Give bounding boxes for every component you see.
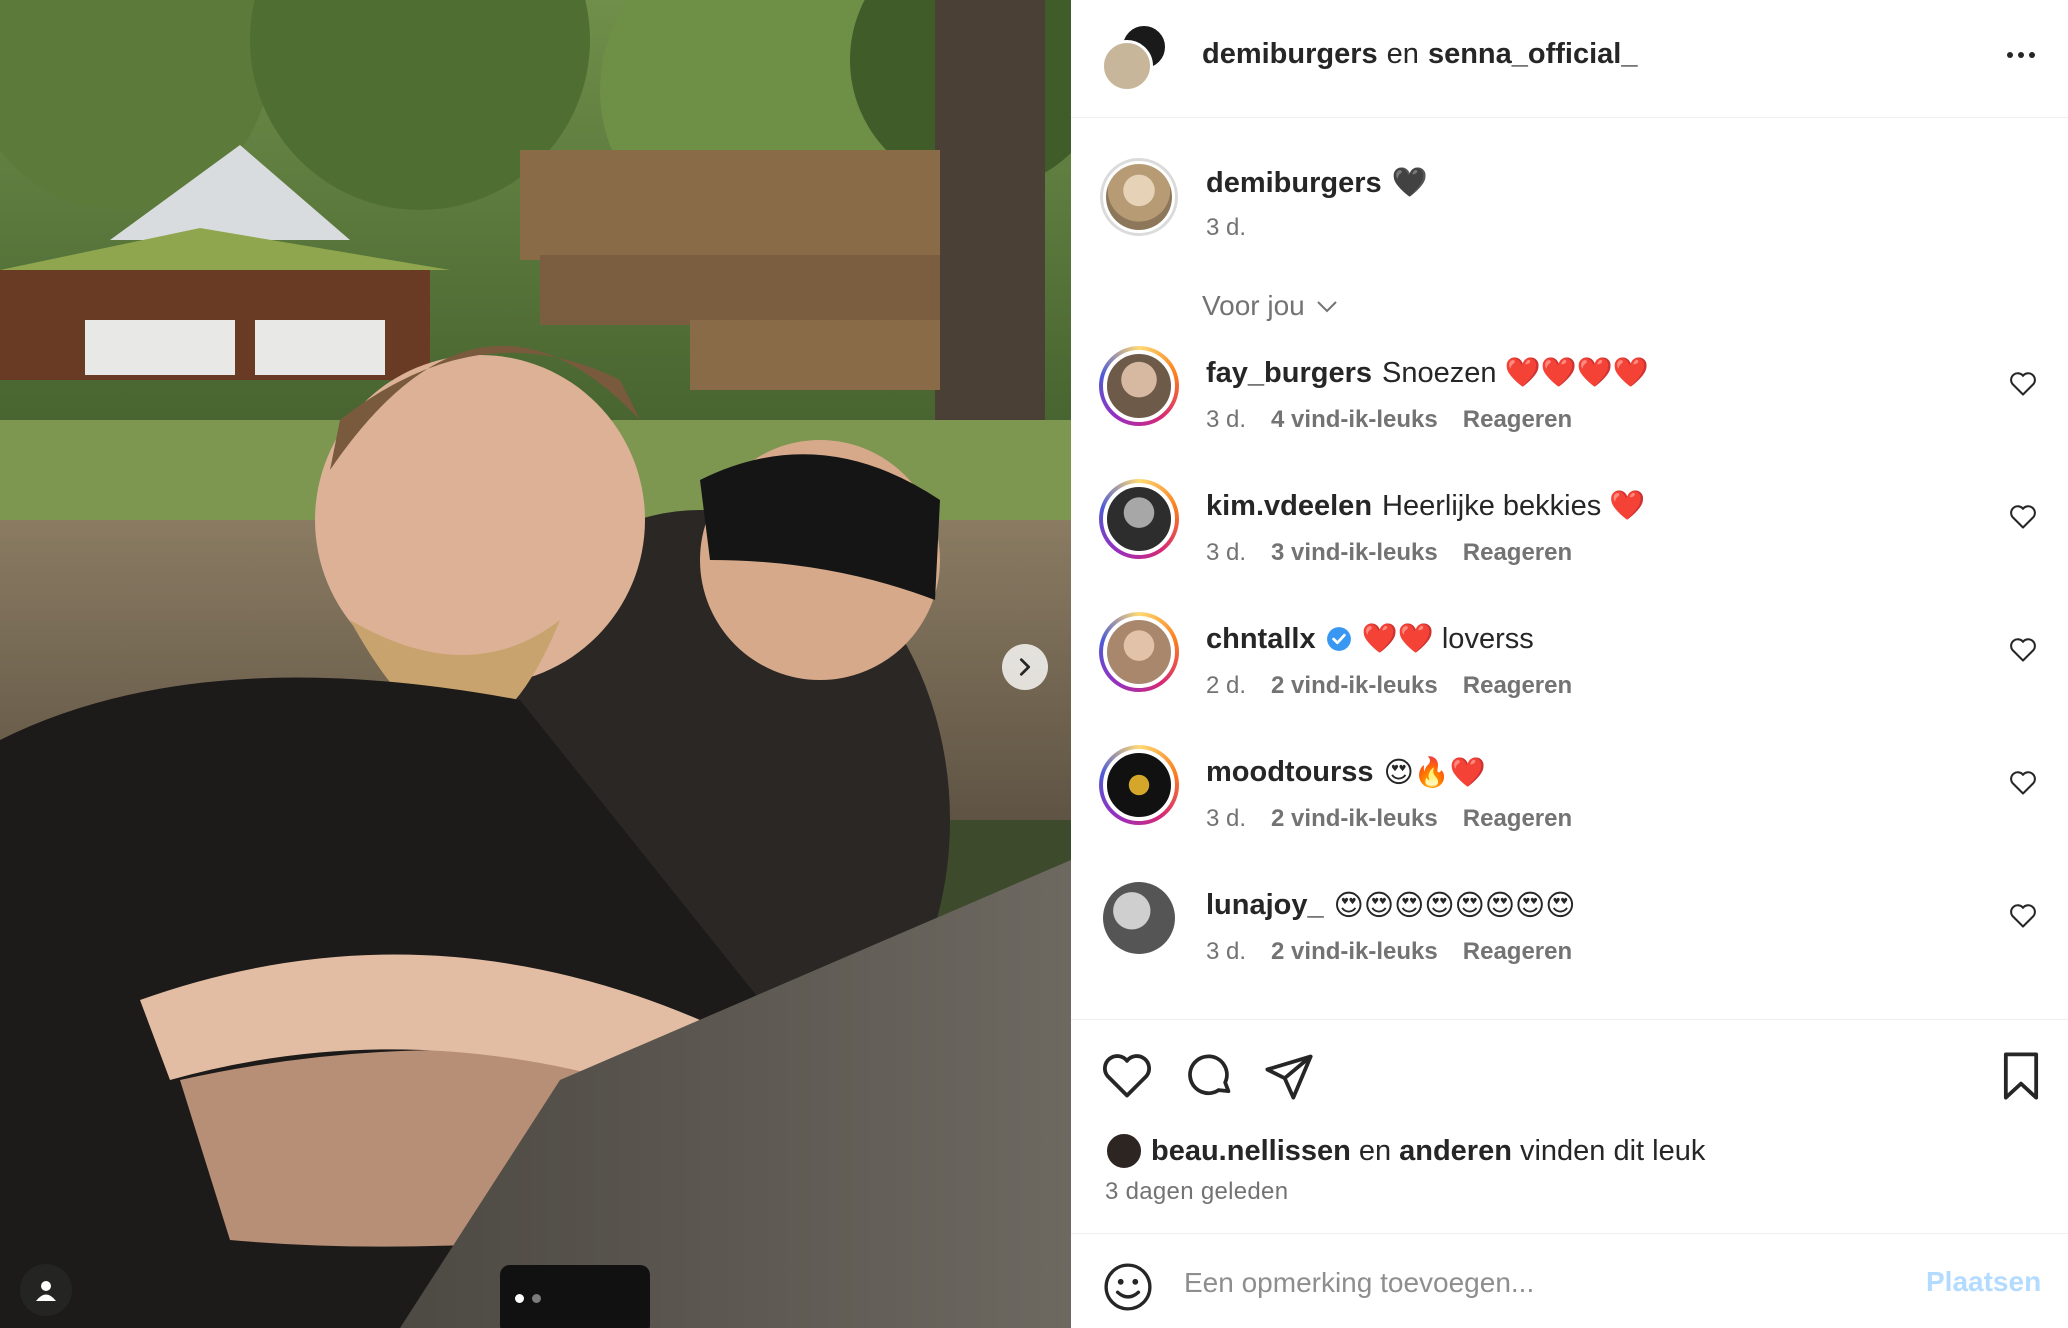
comment-input[interactable] (1184, 1258, 1884, 1308)
comment-avatar[interactable] (1099, 612, 1179, 692)
caption-text: 🖤 (1391, 167, 1428, 199)
collab-title: demiburgers en senna_official_ (1202, 38, 1637, 71)
post-date[interactable]: 3 dagen geleden (1105, 1178, 1288, 1206)
post-actions: beau.nellissen en anderen vinden dit leu… (1071, 1019, 2068, 1233)
comment-avatar[interactable] (1099, 479, 1179, 559)
comment-likes[interactable]: 2 vind-ik-leuks (1271, 672, 1438, 700)
comment-like-heart-icon[interactable] (2009, 370, 2037, 398)
comment-likes[interactable]: 4 vind-ik-leuks (1271, 406, 1438, 434)
comment-like-heart-icon[interactable] (2009, 769, 2037, 797)
verified-badge-icon (1326, 627, 1351, 651)
carousel-dot-active (515, 1294, 524, 1303)
comment-username[interactable]: chntallx (1206, 623, 1316, 656)
comment-sort-label: Voor jou (1202, 290, 1305, 321)
comment-text: 😍😍😍😍😍😍😍😍 (1333, 890, 1576, 922)
comment-meta: 3 d. 4 vind-ik-leuks Reageren (1206, 406, 1572, 434)
comment-item: fay_burgers Snoezen ❤️❤️❤️❤️ 3 d. 4 vind-ik… (1099, 346, 2039, 456)
comment-text: 😍🔥❤️ (1383, 757, 1487, 789)
comment-composer: Plaatsen (1071, 1233, 2068, 1328)
comment-meta: 3 d. 2 vind-ik-leuks Reageren (1206, 938, 1572, 966)
comment-likes[interactable]: 2 vind-ik-leuks (1271, 805, 1438, 833)
comment-username[interactable]: lunajoy_ (1206, 889, 1324, 922)
likes-others[interactable]: anderen (1399, 1135, 1512, 1168)
comment-meta: 3 d. 2 vind-ik-leuks Reageren (1206, 805, 1572, 833)
caption-line: demiburgers 🖤 (1206, 166, 1428, 200)
comment-icon[interactable] (1184, 1050, 1236, 1102)
user-icon (36, 1281, 56, 1301)
avatar-demiburgers[interactable] (1101, 40, 1153, 92)
comment-text: ❤️❤️ loverss (1361, 623, 1534, 655)
liker-username[interactable]: beau.nellissen (1151, 1135, 1351, 1168)
comment-username[interactable]: fay_burgers (1206, 357, 1372, 390)
heart-icon[interactable] (1101, 1050, 1153, 1102)
carousel-indicator (515, 1294, 541, 1303)
more-options-button[interactable] (1999, 40, 2043, 70)
comment-like-heart-icon[interactable] (2009, 503, 2037, 531)
tagged-users-button[interactable] (20, 1264, 72, 1316)
likes-and: en (1358, 1134, 1392, 1167)
comment-time[interactable]: 3 d. (1206, 406, 1246, 434)
reply-button[interactable]: Reageren (1463, 406, 1572, 434)
caption-time[interactable]: 3 d. (1206, 214, 1246, 242)
emoji-icon[interactable] (1103, 1262, 1153, 1312)
comment-username[interactable]: kim.vdeelen (1206, 490, 1372, 523)
comment-line: fay_burgers Snoezen ❤️❤️❤️❤️ (1206, 356, 1649, 390)
reply-button[interactable]: Reageren (1463, 805, 1572, 833)
next-photo-button[interactable] (1002, 644, 1048, 690)
comment-time[interactable]: 2 d. (1206, 672, 1246, 700)
comment-sort-dropdown[interactable]: Voor jou (1202, 290, 1339, 322)
comment-text: Snoezen ❤️❤️❤️❤️ (1382, 357, 1649, 389)
comment-avatar[interactable] (1099, 745, 1179, 825)
comment-like-heart-icon[interactable] (2009, 636, 2037, 664)
bookmark-icon[interactable] (1995, 1050, 2047, 1102)
comment-likes[interactable]: 2 vind-ik-leuks (1271, 938, 1438, 966)
post-caption: demiburgers 🖤 3 d. (1099, 156, 2039, 256)
comment-line: chntallx ❤️❤️ loverss (1206, 622, 1534, 656)
collab-avatars[interactable] (1101, 24, 1169, 92)
reply-button[interactable]: Reageren (1463, 938, 1572, 966)
comment-meta: 2 d. 2 vind-ik-leuks Reageren (1206, 672, 1572, 700)
post-photo[interactable] (0, 0, 1071, 1328)
reply-button[interactable]: Reageren (1463, 672, 1572, 700)
comment-text: Heerlijke bekkies ❤️ (1382, 490, 1646, 522)
comment-line: moodtourss 😍🔥❤️ (1206, 755, 1486, 790)
comment-line: lunajoy_ 😍😍😍😍😍😍😍😍 (1206, 888, 1576, 923)
chevron-right-icon (1019, 658, 1031, 676)
caption-username[interactable]: demiburgers (1206, 167, 1382, 200)
comment-item: chntallx ❤️❤️ loverss 2 d. 2 vind-ik-leuks R… (1099, 612, 2039, 722)
comment-username[interactable]: moodtourss (1206, 756, 1374, 789)
comment-item: moodtourss 😍🔥❤️ 3 d. 2 vind-ik-leuks Reagere… (1099, 745, 2039, 855)
caption-avatar[interactable] (1100, 158, 1178, 236)
comment-avatar[interactable] (1099, 346, 1179, 426)
comment-avatar[interactable] (1099, 878, 1179, 958)
header-username-2[interactable]: senna_official_ (1428, 38, 1638, 71)
likes-suffix: vinden dit leuk (1519, 1134, 1706, 1167)
header-username-1[interactable]: demiburgers (1202, 38, 1378, 71)
chevron-down-icon (1317, 301, 1337, 313)
comment-line: kim.vdeelen Heerlijke bekkies ❤️ (1206, 489, 1645, 523)
liker-avatar[interactable] (1105, 1132, 1143, 1170)
more-horizontal-icon (2007, 52, 2013, 58)
comment-item: kim.vdeelen Heerlijke bekkies ❤️ 3 d. 3 vin… (1099, 479, 2039, 589)
comment-meta: 3 d. 3 vind-ik-leuks Reageren (1206, 539, 1572, 567)
comment-time[interactable]: 3 d. (1206, 805, 1246, 833)
post-header: demiburgers en senna_official_ (1071, 0, 2068, 118)
header-conjunction: en (1386, 38, 1419, 70)
comment-likes[interactable]: 3 vind-ik-leuks (1271, 539, 1438, 567)
likes-summary: beau.nellissen en anderen vinden dit leu… (1105, 1132, 1705, 1170)
comment-time[interactable]: 3 d. (1206, 539, 1246, 567)
reply-button[interactable]: Reageren (1463, 539, 1572, 567)
post-comment-button[interactable]: Plaatsen (1926, 1266, 2041, 1298)
share-icon[interactable] (1263, 1050, 1315, 1102)
comment-time[interactable]: 3 d. (1206, 938, 1246, 966)
photo-image (0, 0, 1071, 1328)
comment-like-heart-icon[interactable] (2009, 902, 2037, 930)
comment-item: lunajoy_ 😍😍😍😍😍😍😍😍 3 d. 2 vind-ik-leuks Reage… (1099, 878, 2039, 988)
carousel-dot (532, 1294, 541, 1303)
post-side-panel: demiburgers en senna_official_ demiburge… (1071, 0, 2068, 1328)
